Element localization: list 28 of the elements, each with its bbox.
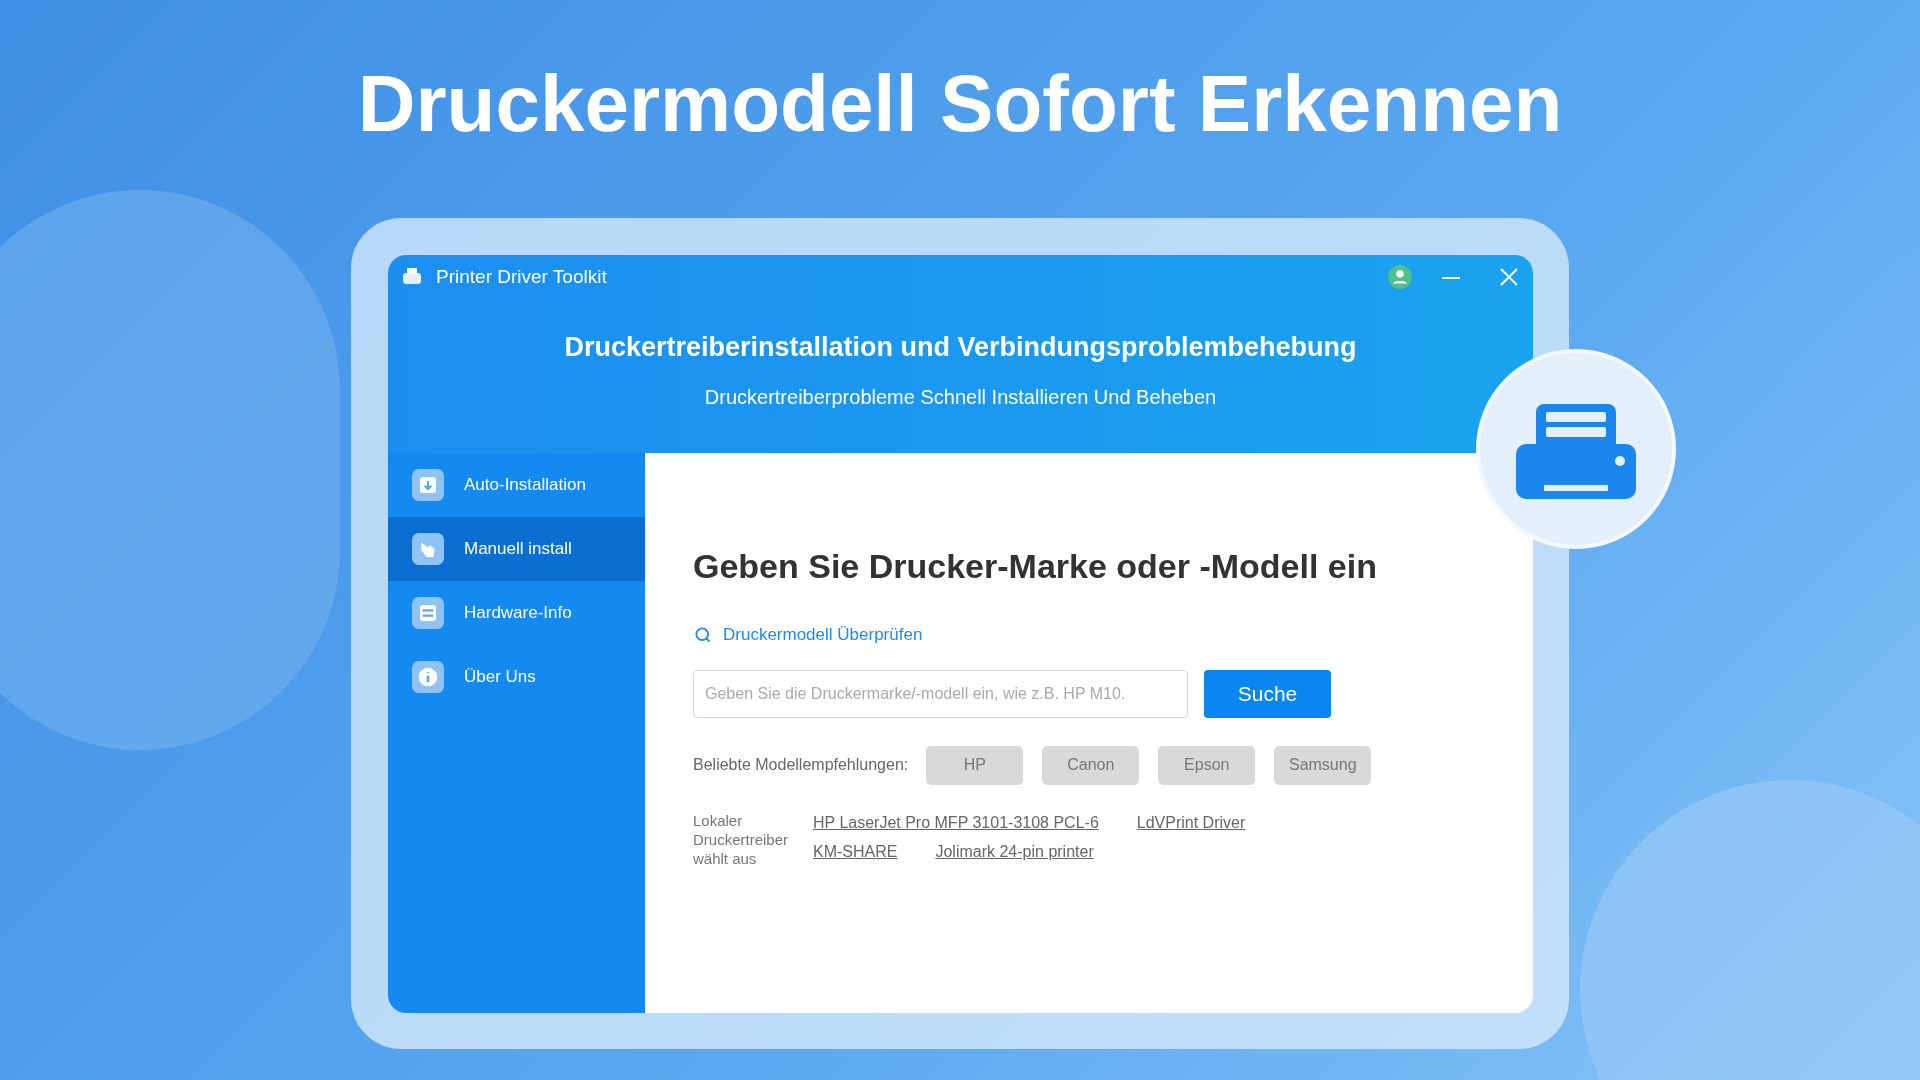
search-icon: [693, 624, 713, 645]
brand-chip[interactable]: Epson: [1158, 745, 1256, 785]
search-field[interactable]: Geben Sie die Druckermarke/-modell ein, wie z.B. HP M10.: [693, 669, 1188, 718]
hand-icon: [412, 533, 444, 565]
banner-subtitle: Druckertreiberprobleme Schnell Installieren Und Beheben: [703, 384, 1218, 410]
brand-chip[interactable]: Samsung: [1274, 745, 1372, 785]
driver-link[interactable]: Jolimark 24-pin printer: [935, 839, 1094, 864]
headline: Druckermodell Sofort Erkennen: [357, 62, 1563, 146]
info-icon: [412, 661, 444, 693]
brand-chip[interactable]: HP: [926, 745, 1024, 785]
local-drivers-label: Lokaler Druckertreiber wählt aus: [693, 810, 790, 868]
list-icon: [412, 597, 444, 629]
popular-label: Beliebte Modellempfehlungen:: [693, 755, 909, 775]
window-title: Printer Driver Toolkit: [436, 264, 607, 289]
driver-link[interactable]: HP LaserJet Pro MFP 3101-3108 PCL-6: [813, 810, 1099, 835]
sidebar-item[interactable]: Hardware-Info: [388, 581, 645, 645]
sidebar-item[interactable]: Auto-Installation: [388, 453, 645, 517]
banner-title: Druckertreiberinstallation und Verbindungsproblembehebung: [563, 331, 1358, 364]
user-icon[interactable]: [1387, 264, 1413, 290]
search-button[interactable]: Suche: [1204, 669, 1331, 718]
sidebar-item[interactable]: Manuell install: [388, 517, 645, 581]
sidebar-item[interactable]: Über Uns: [388, 645, 645, 709]
download-icon: [412, 469, 444, 501]
driver-link[interactable]: LdVPrint Driver: [1136, 810, 1246, 835]
brand-chip[interactable]: Canon: [1042, 745, 1140, 785]
main-heading: Geben Sie Drucker-Marke oder -Modell ein: [693, 546, 1378, 587]
check-model-link[interactable]: Druckermodell Überprüfen: [723, 622, 923, 648]
driver-link[interactable]: KM-SHARE: [813, 839, 898, 864]
